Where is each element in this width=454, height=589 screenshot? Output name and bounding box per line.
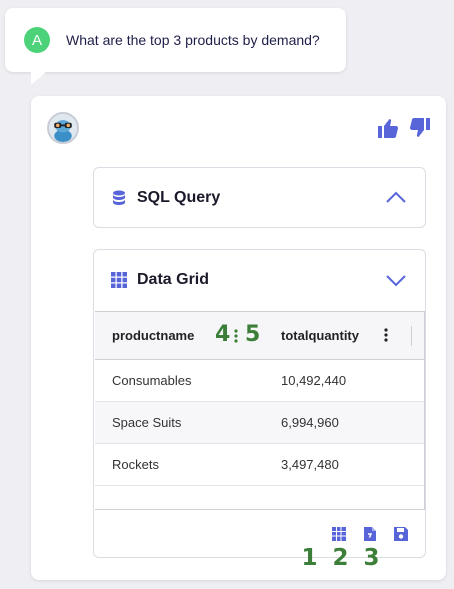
bot-avatar bbox=[47, 112, 79, 144]
cell-totalquantity: 6,994,960 bbox=[281, 415, 339, 430]
export-file-icon[interactable] bbox=[362, 526, 378, 542]
cell-productname: Consumables bbox=[112, 373, 192, 388]
chevron-down-icon[interactable] bbox=[383, 267, 409, 293]
cell-productname: Space Suits bbox=[112, 415, 182, 430]
table-row[interactable]: Rockets 3,497,480 bbox=[95, 444, 424, 486]
chevron-up-icon[interactable] bbox=[383, 185, 409, 211]
response-card: SQL Query Data Grid productname 4 5 tota… bbox=[31, 96, 446, 580]
column-divider bbox=[411, 326, 412, 346]
grid-toolbar bbox=[331, 526, 409, 542]
sql-query-title: SQL Query bbox=[137, 189, 221, 206]
thumbs-up-icon[interactable] bbox=[376, 116, 400, 140]
column-header-totalquantity[interactable]: totalquantity bbox=[281, 328, 359, 343]
question-text: What are the top 3 products by demand? bbox=[66, 32, 320, 48]
table-row[interactable]: Space Suits 6,994,960 bbox=[95, 402, 424, 444]
data-grid-title: Data Grid bbox=[137, 271, 210, 288]
robot-avatar-icon bbox=[49, 114, 77, 142]
data-grid-header[interactable]: Data Grid bbox=[94, 250, 425, 310]
user-avatar: A bbox=[24, 27, 50, 53]
cell-productname: Rockets bbox=[112, 457, 159, 472]
annotation-label-1: 1 bbox=[301, 545, 318, 571]
thumbs-down-icon[interactable] bbox=[408, 116, 432, 140]
sql-query-header[interactable]: SQL Query bbox=[94, 168, 425, 228]
user-question-bubble: A What are the top 3 products by demand? bbox=[5, 8, 346, 85]
grid-view-icon[interactable] bbox=[331, 526, 347, 542]
data-grid-panel: Data Grid productname 4 5 totalquantity bbox=[93, 249, 426, 558]
column-menu-icon[interactable] bbox=[382, 327, 390, 343]
tool-annotation-labels: 1 2 3 bbox=[301, 545, 380, 571]
cell-totalquantity: 10,492,440 bbox=[281, 373, 347, 388]
annotation-label-4: 4 bbox=[215, 322, 231, 347]
annotation-label-2: 2 bbox=[332, 545, 349, 571]
table-row[interactable]: Consumables 10,492,440 bbox=[95, 360, 424, 402]
feedback-buttons bbox=[376, 116, 432, 140]
annotation-label-5: 5 bbox=[245, 322, 261, 347]
save-icon[interactable] bbox=[393, 526, 409, 542]
data-grid-table: productname 4 5 totalquantity Consumable… bbox=[95, 311, 425, 510]
column-header-productname[interactable]: productname bbox=[112, 328, 194, 343]
column-resize-handle-icon[interactable] bbox=[234, 328, 238, 344]
annotation-label-3: 3 bbox=[363, 545, 380, 571]
grid-header-row: productname 4 5 totalquantity bbox=[95, 312, 424, 360]
grid-icon bbox=[111, 272, 127, 288]
cell-totalquantity: 3,497,480 bbox=[281, 457, 339, 472]
database-icon bbox=[113, 190, 125, 205]
sql-query-panel: SQL Query bbox=[93, 167, 426, 228]
